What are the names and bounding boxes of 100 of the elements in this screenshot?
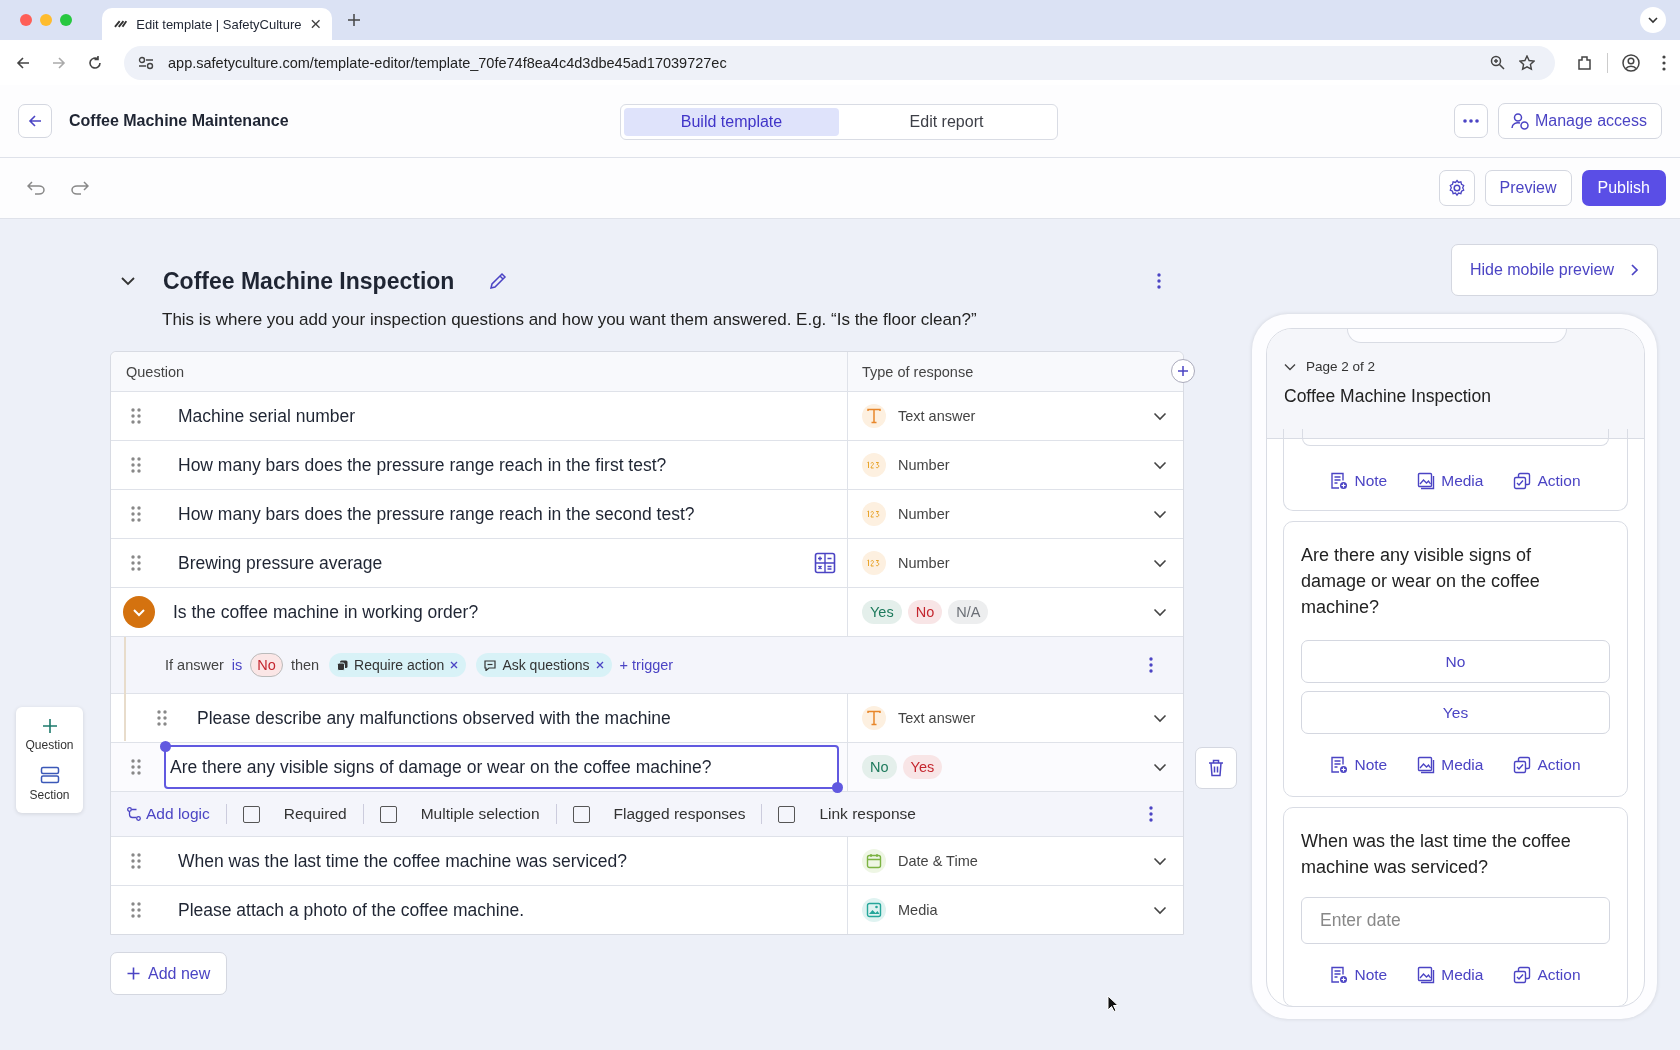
drag-handle-icon[interactable] bbox=[131, 408, 141, 424]
operator-link[interactable]: is bbox=[231, 657, 243, 673]
add-trigger-link[interactable]: + trigger bbox=[619, 657, 674, 673]
drag-handle-icon[interactable] bbox=[131, 457, 141, 473]
gear-icon bbox=[1447, 179, 1466, 197]
browser-tab[interactable]: Edit template | SafetyCulture bbox=[102, 8, 332, 40]
logic-label: If answer bbox=[165, 657, 224, 673]
card-action-link[interactable]: Media bbox=[1417, 966, 1484, 984]
checkbox[interactable] bbox=[379, 805, 397, 823]
drag-handle-icon[interactable] bbox=[131, 506, 141, 522]
trigger-chip[interactable]: Ask questions bbox=[476, 653, 612, 677]
card-action-link[interactable]: Media bbox=[1417, 472, 1484, 490]
card-action-link[interactable]: Action bbox=[1513, 472, 1581, 490]
dropdown-chevron-icon[interactable] bbox=[1153, 558, 1167, 568]
card-action-link[interactable]: Action bbox=[1513, 966, 1581, 984]
browser-menu-icon[interactable] bbox=[1662, 54, 1666, 71]
dropdown-chevron-icon[interactable] bbox=[1153, 509, 1167, 519]
collapse-chevron-icon[interactable] bbox=[1284, 362, 1296, 371]
publish-button[interactable]: Publish bbox=[1581, 170, 1666, 206]
undo-icon[interactable] bbox=[27, 181, 45, 195]
resize-handle[interactable] bbox=[160, 741, 171, 752]
address-field[interactable]: app.safetyculture.com/template-editor/template_70fe74f8ea4c4d3dbe45ad17039727ec bbox=[124, 45, 1555, 80]
drag-handle-icon[interactable] bbox=[157, 710, 167, 726]
site-settings-icon[interactable] bbox=[138, 55, 154, 70]
card-action-link[interactable]: Note bbox=[1330, 966, 1388, 984]
date-field[interactable]: Enter date bbox=[1301, 897, 1610, 944]
profile-icon[interactable] bbox=[1622, 53, 1640, 72]
bookmark-star-icon[interactable] bbox=[1519, 54, 1535, 71]
resize-handle[interactable] bbox=[832, 782, 843, 793]
question-text[interactable]: How many bars does the pressure range reach in the first test? bbox=[178, 454, 667, 476]
manage-access-button[interactable]: Manage access bbox=[1497, 103, 1662, 139]
question-text[interactable]: How many bars does the pressure range reach in the second test? bbox=[178, 503, 695, 525]
settings-button[interactable] bbox=[1438, 170, 1475, 206]
checkbox-label[interactable]: Link response bbox=[819, 805, 916, 823]
insert-item[interactable]: Question bbox=[16, 713, 83, 757]
zoom-icon[interactable] bbox=[1490, 55, 1505, 70]
more-options-button[interactable] bbox=[1453, 104, 1488, 138]
logic-menu-icon[interactable] bbox=[1149, 657, 1153, 673]
chevron-down-icon bbox=[132, 607, 146, 617]
close-icon[interactable] bbox=[310, 19, 320, 29]
answer-field[interactable] bbox=[1302, 429, 1609, 446]
insert-item[interactable]: Section bbox=[16, 761, 83, 807]
dropdown-chevron-icon[interactable] bbox=[1153, 905, 1167, 915]
dropdown-chevron-icon[interactable] bbox=[1153, 762, 1167, 772]
question-text[interactable]: When was the last time the coffee machine was serviced? bbox=[178, 850, 628, 872]
card-action-link[interactable]: Note bbox=[1330, 756, 1388, 774]
options-menu-icon[interactable] bbox=[1149, 806, 1153, 822]
back-icon[interactable] bbox=[16, 55, 30, 70]
question-text[interactable]: Please attach a photo of the coffee machine. bbox=[178, 899, 525, 921]
dropdown-chevron-icon[interactable] bbox=[1153, 607, 1167, 617]
chat-icon bbox=[484, 659, 497, 671]
logic-toggle-button[interactable] bbox=[123, 596, 155, 628]
date-type-icon bbox=[862, 849, 886, 873]
checkbox[interactable] bbox=[242, 805, 260, 823]
dropdown-chevron-icon[interactable] bbox=[1153, 460, 1167, 470]
card-action-link[interactable]: Action bbox=[1513, 756, 1581, 774]
question-text[interactable]: Is the coffee machine in working order? bbox=[173, 601, 479, 623]
edit-pencil-icon[interactable] bbox=[488, 271, 509, 291]
question-text[interactable]: Brewing pressure average bbox=[178, 552, 383, 574]
preview-button[interactable]: Preview bbox=[1484, 170, 1572, 206]
question-text[interactable]: Please describe any malfunctions observed with the machine bbox=[197, 707, 671, 729]
checkbox-label[interactable]: Flagged responses bbox=[613, 805, 746, 823]
new-tab-icon[interactable] bbox=[348, 14, 360, 26]
card-action-link[interactable]: Media bbox=[1417, 756, 1484, 774]
mode-tab[interactable]: Build template bbox=[624, 108, 839, 136]
answer-value-chip[interactable]: No bbox=[250, 653, 283, 677]
question-text[interactable]: Machine serial number bbox=[178, 405, 356, 427]
section-menu-icon[interactable] bbox=[1157, 273, 1161, 289]
add-column-button[interactable] bbox=[1171, 359, 1195, 383]
drag-handle-icon[interactable] bbox=[131, 853, 141, 869]
add-logic-link[interactable]: Add logic bbox=[127, 805, 210, 823]
hide-mobile-preview-button[interactable]: Hide mobile preview bbox=[1450, 244, 1658, 296]
answer-option-button[interactable]: No bbox=[1301, 640, 1610, 683]
dropdown-chevron-icon[interactable] bbox=[1153, 411, 1167, 421]
reload-icon[interactable] bbox=[88, 55, 102, 70]
drag-handle-icon[interactable] bbox=[131, 902, 141, 918]
checkbox-label[interactable]: Required bbox=[283, 805, 347, 823]
mode-tab[interactable]: Edit report bbox=[839, 108, 1054, 136]
drag-handle-icon[interactable] bbox=[131, 555, 141, 571]
remove-icon[interactable] bbox=[595, 661, 604, 669]
delete-button[interactable] bbox=[1195, 747, 1237, 789]
card-action-link[interactable]: Note bbox=[1330, 472, 1388, 490]
checkbox[interactable] bbox=[778, 805, 796, 823]
back-button[interactable] bbox=[18, 104, 52, 138]
redo-icon[interactable] bbox=[71, 181, 89, 195]
template-title: Coffee Machine Maintenance bbox=[69, 112, 289, 130]
add-new-button[interactable]: Add new bbox=[110, 952, 228, 995]
remove-icon[interactable] bbox=[450, 661, 459, 669]
extensions-icon[interactable] bbox=[1577, 54, 1593, 71]
calculator-icon[interactable] bbox=[814, 552, 836, 574]
dropdown-chevron-icon[interactable] bbox=[1153, 713, 1167, 723]
tab-list-icon[interactable] bbox=[1640, 7, 1666, 33]
answer-option-button[interactable]: Yes bbox=[1301, 691, 1610, 734]
trigger-chip[interactable]: Require action bbox=[329, 653, 467, 677]
response-type-label: Number bbox=[898, 506, 950, 522]
checkbox-label[interactable]: Multiple selection bbox=[420, 805, 540, 823]
collapse-chevron-icon[interactable] bbox=[120, 276, 136, 286]
checkbox[interactable] bbox=[572, 805, 590, 823]
dropdown-chevron-icon[interactable] bbox=[1153, 856, 1167, 866]
drag-handle-icon[interactable] bbox=[131, 759, 141, 775]
